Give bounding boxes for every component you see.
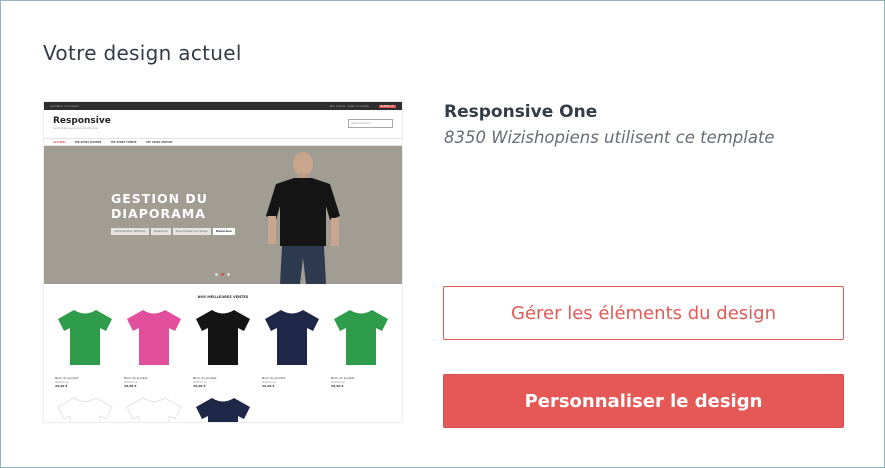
preview-product-card: Nom du produit WizIShop 29,00 € [188,307,257,395]
manage-design-elements-button[interactable]: Gérer les éléments du design [443,286,844,340]
preview-product-card: Nom du produit WizIShop 29,00 € [50,307,119,395]
preview-breadcrumb: Administration WizIShop Apparence Person… [111,228,235,235]
template-name: Responsive One [444,102,598,122]
preview-slide-dots [215,273,230,276]
preview-hero-slideshow: GESTION DU DIAPORAMA Administration WizI… [44,146,402,284]
tshirt-icon [265,310,319,365]
section-title: Votre design actuel [43,41,242,65]
preview-nav-item: TEE SHIRT FEMME [110,140,137,144]
preview-product-meta: Nom du produit WizIShop 29,00 € [55,376,79,388]
tshirt-icon [334,310,388,365]
preview-product-meta: Nom du produit WizIShop 29,00 € [124,376,148,388]
preview-logo: Responsive [53,116,111,126]
tshirt-icon [57,397,113,422]
tshirt-icon [58,310,112,365]
tshirt-icon [126,397,182,422]
preview-nav-item: TEE SHIRT HOMME [74,140,102,144]
current-design-panel: Votre design actuel Inscription / Connex… [0,0,885,468]
preview-product-card [119,395,188,422]
preview-product-meta: Nom du produit WizIShop 29,00 € [193,376,217,388]
preview-best-sellers-title: NOS MEILLEURES VENTES [197,295,249,299]
preview-topbar-right: Mon compte · Créer un compte [329,104,369,108]
preview-tagline: Le template responsive de Wizishop [53,127,99,130]
preview-product-card: Nom du produit WizIShop 29,00 € [326,307,395,395]
preview-product-card: Nom du produit WizIShop 29,00 € [119,307,188,395]
preview-product-meta: Nom du produit WizIShop 29,00 € [331,376,355,388]
preview-product-card [188,395,257,422]
preview-model-image [266,152,340,284]
preview-topbar: Inscription / Connexion Mon compte · Cré… [44,102,402,110]
template-preview: Inscription / Connexion Mon compte · Cré… [43,101,403,423]
preview-hero-title: GESTION DU DIAPORAMA [111,191,208,221]
customize-design-button[interactable]: Personnaliser le design [443,374,844,428]
preview-product-card [50,395,119,422]
preview-product-card: Nom du produit WizIShop 29,00 € [257,307,326,395]
preview-search: Votre recherche [348,119,393,128]
preview-cart: PANIER (0) [378,104,396,108]
preview-product-meta: Nom du produit WizIShop 29,00 € [262,376,286,388]
preview-header: Responsive Le template responsive de Wiz… [44,110,402,138]
preview-nav-item: TEE SHIRT ENFANT [145,140,173,144]
preview-topbar-left: Inscription / Connexion [50,104,79,108]
tshirt-icon [127,310,181,365]
preview-product-grid: Nom du produit WizIShop 29,00 € Nom du prod… [50,307,398,422]
tshirt-icon [196,310,250,365]
preview-nav-item: ACCUEIL [53,140,66,144]
preview-nav: ACCUEIL TEE SHIRT HOMME TEE SHIRT FEMME … [44,138,402,146]
template-users-count: 8350 Wizishopiens utilisent ce template [444,128,775,147]
tshirt-icon [196,398,250,422]
